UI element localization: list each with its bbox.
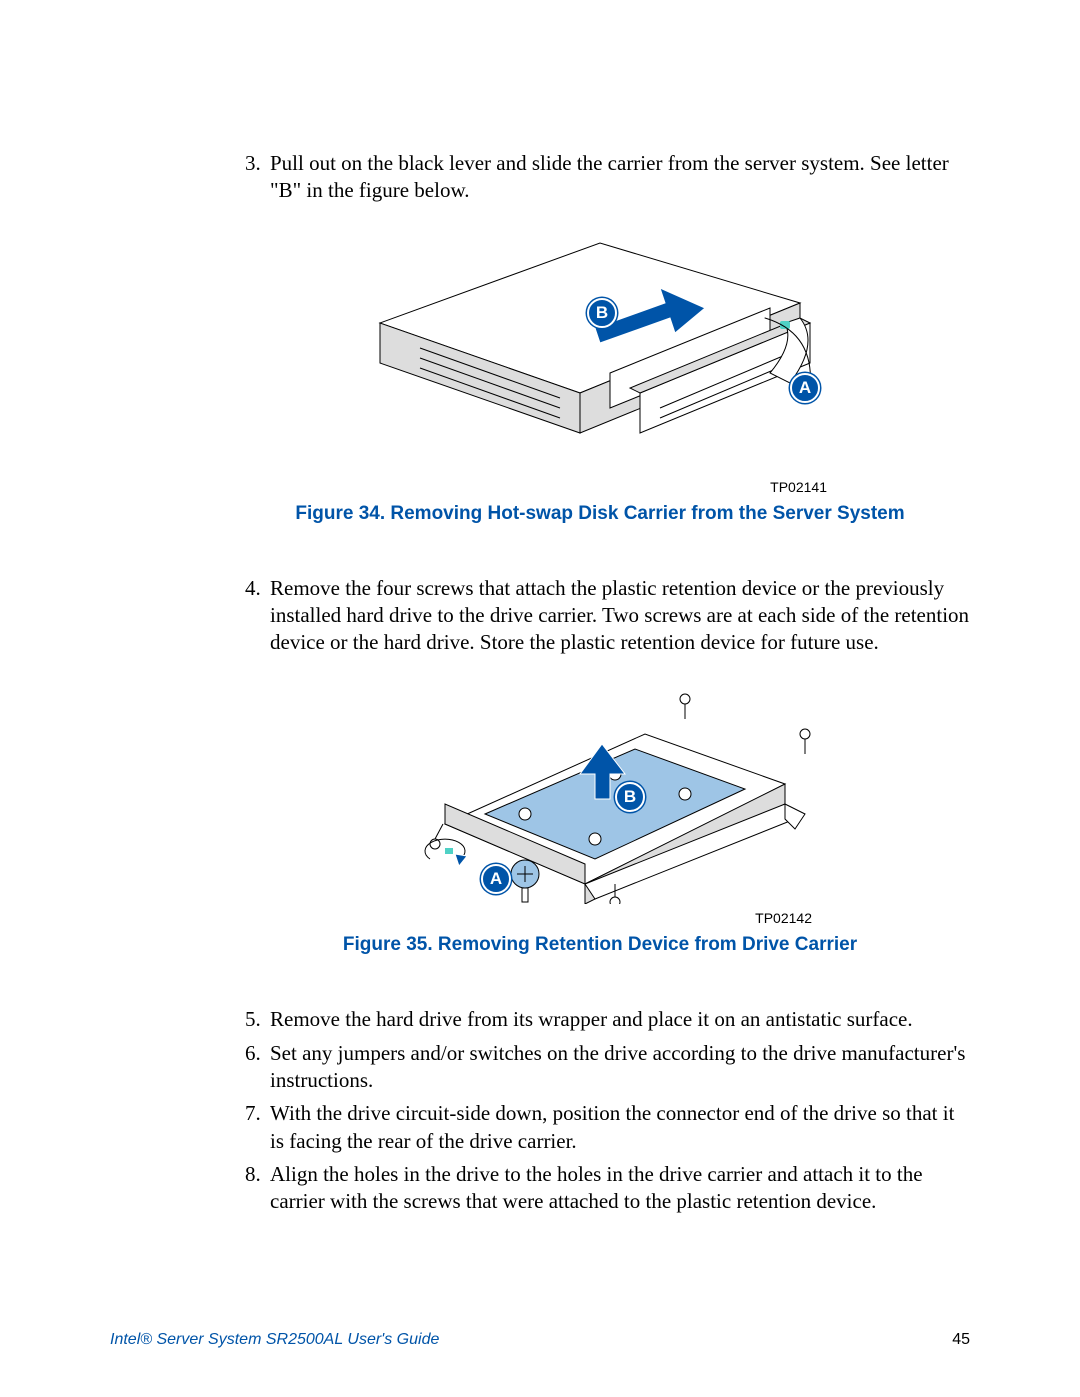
step-4-text: Remove the four screws that attach the p… (270, 576, 969, 655)
step-5-text: Remove the hard drive from its wrapper a… (270, 1007, 913, 1031)
figure-35-image: B A (385, 674, 815, 904)
callout-b-icon: B (587, 298, 617, 328)
step-3-text: Pull out on the black lever and slide th… (270, 151, 949, 202)
page-footer: Intel® Server System SR2500AL User's Gui… (0, 1331, 1080, 1349)
figure-34-image: B A (370, 223, 830, 473)
figure-35-caption: Figure 35. Removing Retention Device fro… (230, 934, 970, 956)
figure-34-id: TP02141 (367, 479, 833, 495)
instruction-list-3: Remove the hard drive from its wrapper a… (230, 1006, 970, 1215)
step-7-text: With the drive circuit-side down, positi… (270, 1101, 954, 1152)
step-4: Remove the four screws that attach the p… (266, 575, 970, 657)
step-7: With the drive circuit-side down, positi… (266, 1100, 970, 1155)
step-6: Set any jumpers and/or switches on the d… (266, 1040, 970, 1095)
footer-title: Intel® Server System SR2500AL User's Gui… (110, 1331, 439, 1349)
figure-35-id: TP02142 (382, 910, 818, 926)
figure-34-caption: Figure 34. Removing Hot-swap Disk Carrie… (230, 503, 970, 525)
instruction-list-2: Remove the four screws that attach the p… (230, 575, 970, 657)
page-content: Pull out on the black lever and slide th… (0, 0, 1080, 1282)
instruction-list: Pull out on the black lever and slide th… (230, 150, 970, 205)
footer-page-number: 45 (952, 1331, 970, 1349)
callout-a-icon: A (790, 373, 820, 403)
figure-35-block: B A TP02142 Figure 35. Removing Retentio… (230, 674, 970, 956)
step-3: Pull out on the black lever and slide th… (266, 150, 970, 205)
step-5: Remove the hard drive from its wrapper a… (266, 1006, 970, 1033)
step-8: Align the holes in the drive to the hole… (266, 1161, 970, 1216)
figure-34-block: B A TP02141 Figure 34. Removing Hot-swap… (230, 223, 970, 525)
step-8-text: Align the holes in the drive to the hole… (270, 1162, 923, 1213)
step-6-text: Set any jumpers and/or switches on the d… (270, 1041, 965, 1092)
